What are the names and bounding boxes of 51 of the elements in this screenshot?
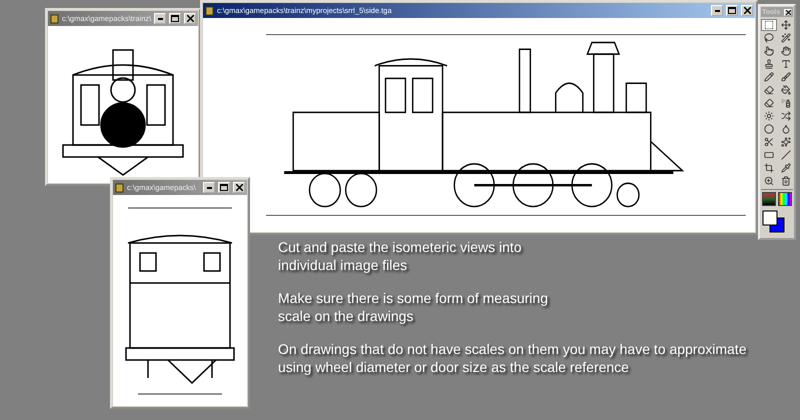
eyedropper-icon bbox=[781, 163, 791, 173]
paint-bucket-icon bbox=[781, 85, 791, 95]
scissors-icon bbox=[764, 137, 774, 147]
close-icon bbox=[786, 10, 790, 14]
wand-icon bbox=[781, 33, 791, 43]
minimize-icon bbox=[206, 186, 212, 188]
close-icon bbox=[236, 184, 242, 191]
maximize-button[interactable] bbox=[218, 182, 230, 193]
minimize-button[interactable] bbox=[203, 182, 215, 193]
tool-button[interactable] bbox=[761, 19, 777, 31]
color-spectrum[interactable] bbox=[778, 192, 792, 206]
minimize-button[interactable] bbox=[711, 5, 723, 16]
circle-icon bbox=[764, 124, 774, 134]
arrows-icon bbox=[781, 111, 791, 121]
maximize-icon bbox=[171, 15, 179, 22]
maximize-icon bbox=[728, 7, 736, 14]
rectangle-icon bbox=[764, 150, 774, 160]
minimize-icon bbox=[158, 18, 162, 20]
text-icon bbox=[781, 59, 791, 69]
minimize-button[interactable] bbox=[154, 13, 166, 24]
crop-icon bbox=[764, 163, 774, 173]
instruction-text: Cut and paste the isometeric views into individual image files bbox=[278, 238, 523, 274]
maximize-button[interactable] bbox=[726, 5, 738, 16]
maximize-button[interactable] bbox=[169, 13, 181, 24]
brush-icon bbox=[781, 72, 791, 82]
trash-icon bbox=[781, 176, 791, 186]
minimize-icon bbox=[714, 10, 720, 12]
color-spectrum[interactable] bbox=[762, 192, 776, 206]
close-icon bbox=[186, 15, 194, 22]
sun-icon bbox=[764, 111, 774, 121]
pencil-icon bbox=[764, 72, 774, 82]
droplet-icon bbox=[781, 124, 791, 134]
zoom-icon bbox=[764, 176, 774, 186]
move-icon bbox=[781, 20, 791, 30]
close-icon bbox=[744, 7, 750, 14]
app-icon bbox=[205, 6, 214, 16]
stamp-icon bbox=[764, 59, 774, 69]
eraser-icon bbox=[764, 98, 774, 108]
maximize-icon bbox=[220, 184, 228, 191]
app-icon bbox=[50, 14, 59, 24]
line-icon bbox=[781, 150, 791, 160]
pointer-icon bbox=[764, 46, 774, 56]
lasso-icon bbox=[764, 33, 774, 43]
eraser-icon bbox=[764, 85, 774, 95]
instruction-text: On drawings that do not have scales on them you may have to approximate using wheel diameter or door size as the scale reference bbox=[278, 340, 746, 376]
app-icon bbox=[115, 182, 124, 192]
instruction-text: Make sure there is some form of measuring scale on the drawings bbox=[278, 289, 549, 325]
dashed-square-icon bbox=[764, 20, 774, 30]
sparkle-icon bbox=[781, 137, 791, 147]
hand-icon bbox=[781, 46, 791, 56]
close-button[interactable] bbox=[784, 8, 792, 16]
